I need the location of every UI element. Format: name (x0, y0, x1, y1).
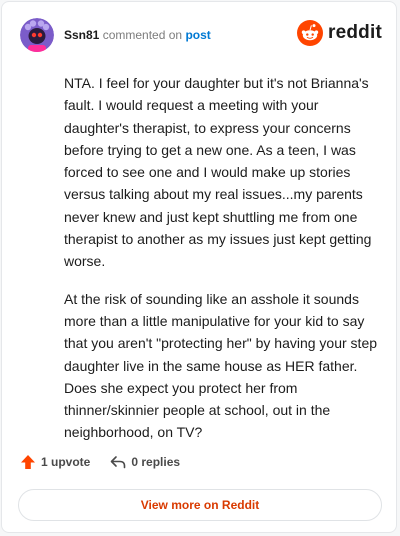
username-link[interactable]: Ssn81 (64, 28, 99, 42)
comment-meta: Ssn81 commented on post (64, 27, 211, 43)
comment-paragraph-2: At the risk of sounding like an asshole … (64, 290, 378, 441)
comment-embed-card: Ssn81 commented on post reddit NTA. I fe… (1, 1, 397, 533)
comment-body: NTA. I feel for your daughter but it's n… (64, 72, 380, 459)
post-link[interactable]: post (185, 28, 210, 42)
reply-icon (111, 456, 126, 469)
avatar-image (20, 18, 54, 52)
reddit-logo[interactable]: reddit (297, 20, 382, 46)
replies-button[interactable]: 0 replies (110, 454, 180, 470)
avatar[interactable] (20, 18, 54, 52)
reddit-wordmark: reddit (328, 22, 382, 43)
upvote-button[interactable]: 1 upvote (20, 454, 90, 470)
comment-header: Ssn81 commented on post reddit (20, 18, 382, 52)
upvote-arrow-icon (21, 455, 35, 469)
upvote-count: 1 upvote (41, 455, 91, 469)
commented-on-text: commented on (102, 28, 183, 42)
replies-count: 0 replies (131, 455, 181, 469)
comment-actions: 1 upvote 0 replies (20, 454, 200, 470)
view-more-button[interactable]: View more on Reddit (18, 489, 382, 521)
reddit-snoo-icon (297, 20, 324, 46)
comment-paragraph-1: NTA. I feel for your daughter but it's n… (64, 75, 372, 270)
